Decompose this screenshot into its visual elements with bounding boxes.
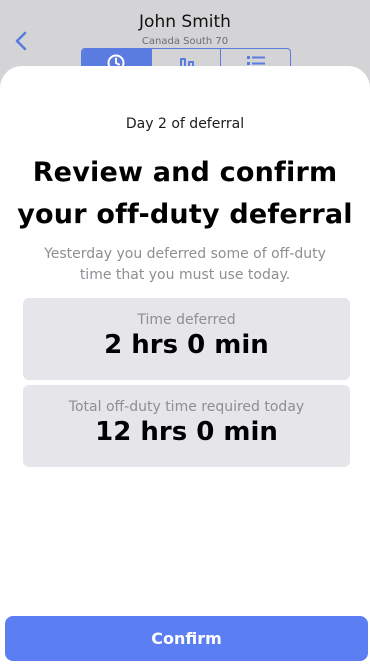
card-value: 12 hrs 0 min [95, 417, 278, 447]
ruleset-label: Canada South 70 [141, 36, 229, 47]
sheet-description: Yesterday you deferred some of off-duty … [44, 246, 326, 283]
confirm-button-label: Confirm [151, 629, 222, 648]
total-off-duty-card: Total off-duty time required today 12 hr… [23, 385, 350, 467]
sheet-title: Review and confirm your off-duty deferra… [0, 152, 370, 236]
confirm-button[interactable]: Confirm [5, 616, 368, 661]
deferral-day-label: Day 2 of deferral [125, 116, 245, 132]
card-value: 2 hrs 0 min [104, 330, 269, 360]
sheet-title-text: Review and confirm your off-duty deferra… [17, 157, 353, 230]
screen: John Smith Canada South 70 Day 2 of defe… [0, 0, 370, 664]
deferral-sheet: Day 2 of deferral Review and confirm you… [0, 66, 370, 664]
time-deferred-card: Time deferred 2 hrs 0 min [23, 298, 350, 380]
card-label: Total off-duty time required today [68, 399, 305, 415]
card-label: Time deferred [137, 312, 236, 328]
driver-name: John Smith [139, 12, 231, 32]
